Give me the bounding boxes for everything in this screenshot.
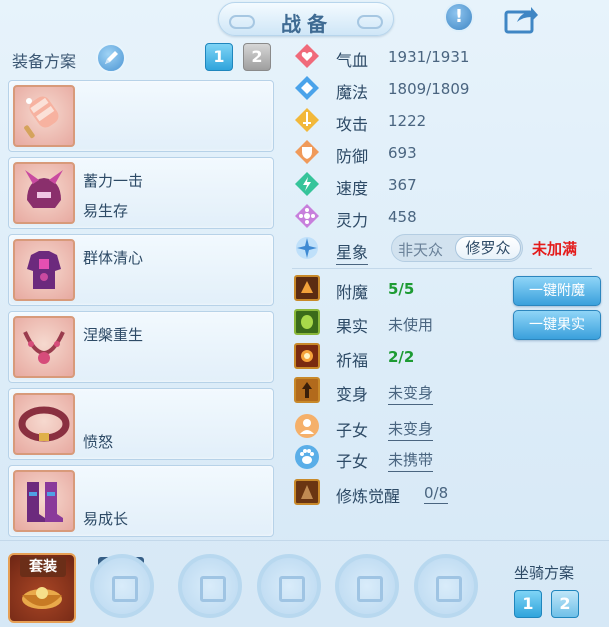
slot-2-effect: 蓄力一击: [83, 172, 144, 190]
extra-label: 变身: [336, 385, 369, 404]
divider: [292, 268, 592, 269]
stat-value: 1809/1809: [388, 80, 470, 98]
suit-label: 套装: [20, 557, 66, 577]
soul-skill-slot[interactable]: [90, 554, 154, 618]
extra-value[interactable]: 未变身: [388, 382, 434, 405]
mana-icon: [295, 76, 319, 100]
extra-value: 5/5: [388, 280, 415, 298]
astro-status: 未加满: [532, 240, 578, 258]
empty-slot[interactable]: [178, 554, 242, 618]
exclamation-icon: !: [454, 6, 464, 27]
astro-option-1[interactable]: 非天众: [398, 239, 443, 260]
slot-3-effect: 群体清心: [83, 249, 144, 267]
extra-label: 子女: [336, 421, 369, 440]
astro-label[interactable]: 星象: [336, 239, 369, 265]
astro-toggle[interactable]: 非天众 修罗众: [391, 234, 523, 262]
stat-label: 攻击: [336, 115, 369, 134]
plan-2-button[interactable]: 2: [243, 43, 271, 71]
empty-slot[interactable]: [257, 554, 321, 618]
bottom-divider: [0, 540, 609, 541]
extra-label: 子女: [336, 452, 369, 471]
fruit-icon: [294, 309, 320, 335]
extra-value[interactable]: 0/8: [424, 484, 449, 504]
astro-option-2[interactable]: 修罗众: [455, 236, 521, 260]
enchant-icon: [294, 275, 320, 301]
equipment-slot-belt[interactable]: 愤怒: [8, 388, 274, 460]
extra-label: 修炼觉醒: [336, 487, 401, 506]
edit-plan-button[interactable]: [96, 43, 126, 73]
share-icon: [504, 7, 538, 34]
slot-2-trait: 易生存: [83, 202, 129, 220]
equipment-slot-weapon[interactable]: [8, 80, 274, 152]
equipment-slot-armor[interactable]: 群体清心: [8, 234, 274, 306]
extra-value[interactable]: 未携带: [388, 449, 434, 472]
stat-value: 458: [388, 208, 417, 226]
transform-icon: [294, 377, 320, 403]
extra-value: 未使用: [388, 316, 434, 334]
extra-label: 附魔: [336, 283, 369, 302]
cultivation-icon: [294, 479, 320, 505]
heart-icon: [295, 44, 319, 68]
equipment-plan-label: 装备方案: [12, 52, 77, 71]
stat-label: 灵力: [336, 211, 369, 230]
stat-label: 防御: [336, 147, 369, 166]
stat-label: 气血: [336, 51, 369, 70]
share-button[interactable]: [503, 4, 539, 34]
extra-value: 2/2: [388, 348, 415, 366]
empty-slot[interactable]: [414, 554, 478, 618]
empty-slot[interactable]: [335, 554, 399, 618]
help-button[interactable]: !: [444, 2, 474, 32]
extra-label: 祈福: [336, 351, 369, 370]
helmet-icon: [13, 162, 75, 224]
necklace-icon: [13, 316, 75, 378]
sword-icon: [295, 108, 319, 132]
ice-pop-weapon-icon: [13, 85, 75, 147]
stat-label: 魔法: [336, 83, 369, 102]
shield-icon: [295, 140, 319, 164]
boots-icon: [13, 470, 75, 532]
mount-plan-2-button[interactable]: 2: [551, 590, 579, 618]
stat-value: 693: [388, 144, 417, 162]
title-bar: 战备 !: [0, 0, 609, 40]
blessing-icon: [294, 343, 320, 369]
page-title: 战备: [281, 12, 333, 36]
title-plate: 战备: [218, 2, 394, 36]
stat-label: 速度: [336, 179, 369, 198]
lightning-icon: [295, 172, 319, 196]
star-icon: [296, 237, 318, 259]
equipment-slot-necklace[interactable]: 涅槃重生: [8, 311, 274, 383]
mount-plan-label: 坐骑方案: [514, 564, 575, 582]
slot-5-trait: 愤怒: [83, 433, 114, 451]
mount-plan-1-button[interactable]: 1: [514, 590, 542, 618]
slot-4-effect: 涅槃重生: [83, 326, 144, 344]
stat-value: 367: [388, 176, 417, 194]
paw-icon: [295, 445, 319, 469]
extra-label: 果实: [336, 317, 369, 336]
plan-1-button[interactable]: 1: [205, 43, 233, 71]
spirit-icon: [295, 204, 319, 228]
pen-icon: [105, 51, 118, 64]
stat-value: 1931/1931: [388, 48, 470, 66]
child-icon: [295, 414, 319, 438]
extra-value[interactable]: 未变身: [388, 418, 434, 441]
armor-icon: [13, 239, 75, 301]
one-click-enchant-button[interactable]: 一键附魔: [513, 276, 601, 306]
equipment-slot-boots[interactable]: 易成长: [8, 465, 274, 537]
one-click-fruit-button[interactable]: 一键果实: [513, 310, 601, 340]
stat-value: 1222: [388, 112, 427, 130]
belt-icon: [13, 393, 75, 455]
slot-6-trait: 易成长: [83, 510, 129, 528]
equipment-slot-helmet[interactable]: 蓄力一击 易生存: [8, 157, 274, 229]
